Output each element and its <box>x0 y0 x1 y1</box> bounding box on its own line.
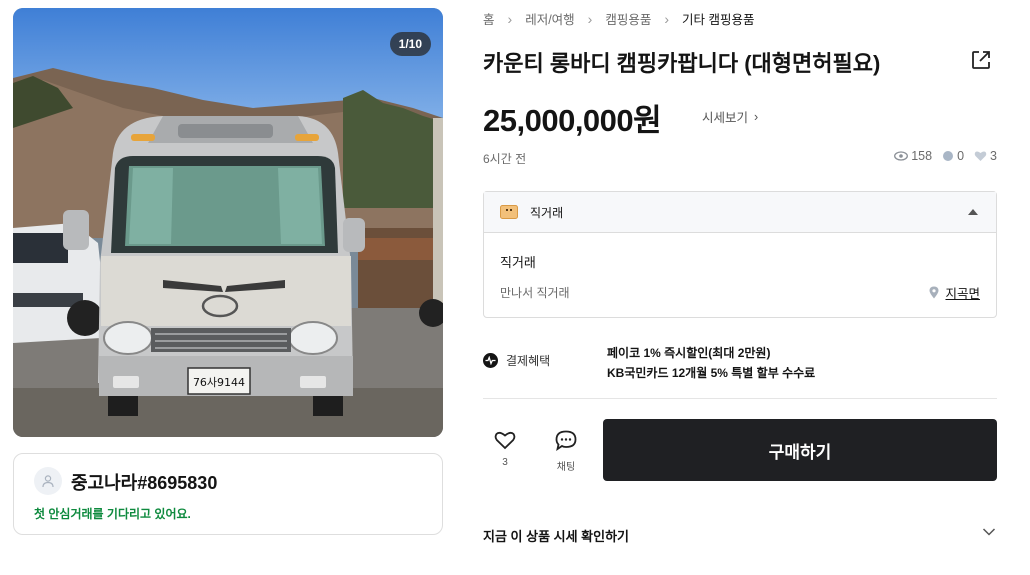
chat-button-label: 채팅 <box>556 462 576 473</box>
box-icon <box>500 205 518 219</box>
market-check-toggle[interactable]: 지금 이 상품 시세 확인하기 <box>483 526 629 545</box>
breadcrumb-other-camping[interactable]: 기타 캠핑용품 <box>682 9 754 28</box>
chat-count: 0 <box>942 149 964 163</box>
breadcrumb: 홈 › 레저/여행 › 캠핑용품 › 기타 캠핑용품 <box>483 9 755 28</box>
trade-location[interactable]: 지곡면 <box>929 283 980 302</box>
avatar <box>34 467 62 495</box>
product-stats: 158 0 3 <box>894 149 997 163</box>
chat-button[interactable]: 채팅 <box>550 430 582 473</box>
chevron-right-icon: › <box>754 109 759 124</box>
payment-benefit-details: 페이코 1% 즉시할인(최대 2만원) KB국민카드 12개월 5% 특별 할부… <box>607 343 815 383</box>
camper-van-photo: 76사9144 <box>13 8 443 437</box>
trade-method-header-label: 직거래 <box>530 205 564 220</box>
payment-benefit-label: 결제혜택 <box>483 352 550 369</box>
chat-icon <box>555 430 577 451</box>
buy-button[interactable]: 구매하기 <box>603 419 997 481</box>
breadcrumb-leisure[interactable]: 레저/여행 <box>525 9 574 28</box>
trade-location-text: 지곡면 <box>945 287 980 301</box>
chevron-down-icon[interactable] <box>982 527 996 537</box>
like-count: 3 <box>974 149 997 163</box>
share-button[interactable] <box>970 49 992 71</box>
like-count-value: 3 <box>990 149 997 163</box>
like-button-count: 3 <box>502 457 508 468</box>
payment-benefit-line-2: KB국민카드 12개월 5% 특별 할부 수수료 <box>607 366 816 380</box>
svg-text:76사9144: 76사9144 <box>193 376 245 389</box>
trade-method-panel: 직거래 직거래 만나서 직거래 지곡면 <box>483 191 997 318</box>
breadcrumb-camping[interactable]: 캠핑용품 <box>605 9 651 28</box>
seller-name[interactable]: 중고나라#8695830 <box>71 469 217 495</box>
product-title: 카운티 롱바디 캠핑카팝니다 (대형면허필요) <box>483 51 881 76</box>
breadcrumb-home[interactable]: 홈 <box>483 9 495 28</box>
user-icon <box>42 475 54 488</box>
view-count-value: 158 <box>911 149 933 163</box>
market-price-link[interactable]: 시세보기 › <box>702 107 758 126</box>
eye-icon <box>894 151 909 161</box>
chat-count-value: 0 <box>957 149 965 163</box>
payment-wave-icon <box>483 353 498 368</box>
seller-safe-trade-note: 첫 안심거래를 기다리고 있어요. <box>34 507 191 521</box>
photo-counter: 1/10 <box>389 32 431 56</box>
product-photo[interactable]: 76사9144 1/10 <box>13 8 443 437</box>
trade-description: 만나서 직거래 <box>500 286 570 300</box>
chat-bubble-icon <box>943 151 954 161</box>
trade-method-header[interactable]: 직거래 <box>484 192 996 233</box>
product-price: 25,000,000원 <box>483 103 662 138</box>
seller-card[interactable]: 중고나라#8695830 첫 안심거래를 기다리고 있어요. <box>13 453 443 535</box>
divider <box>483 398 997 399</box>
heart-outline-icon <box>494 431 516 450</box>
like-button[interactable]: 3 <box>490 430 520 468</box>
heart-icon <box>974 151 987 161</box>
market-price-label: 시세보기 <box>702 111 749 125</box>
payment-benefit-line-1: 페이코 1% 즉시할인(최대 2만원) <box>607 346 771 360</box>
map-pin-icon <box>929 286 939 299</box>
chevron-right-icon: › <box>664 10 670 27</box>
posted-time: 6시간 전 <box>483 152 527 166</box>
trade-type: 직거래 <box>500 255 536 270</box>
external-share-icon <box>972 51 990 69</box>
payment-benefit-text: 결제혜택 <box>506 354 551 368</box>
chevron-right-icon: › <box>587 10 593 27</box>
view-count: 158 <box>894 149 932 163</box>
chevron-right-icon: › <box>507 10 513 27</box>
caret-up-icon[interactable] <box>968 209 978 215</box>
